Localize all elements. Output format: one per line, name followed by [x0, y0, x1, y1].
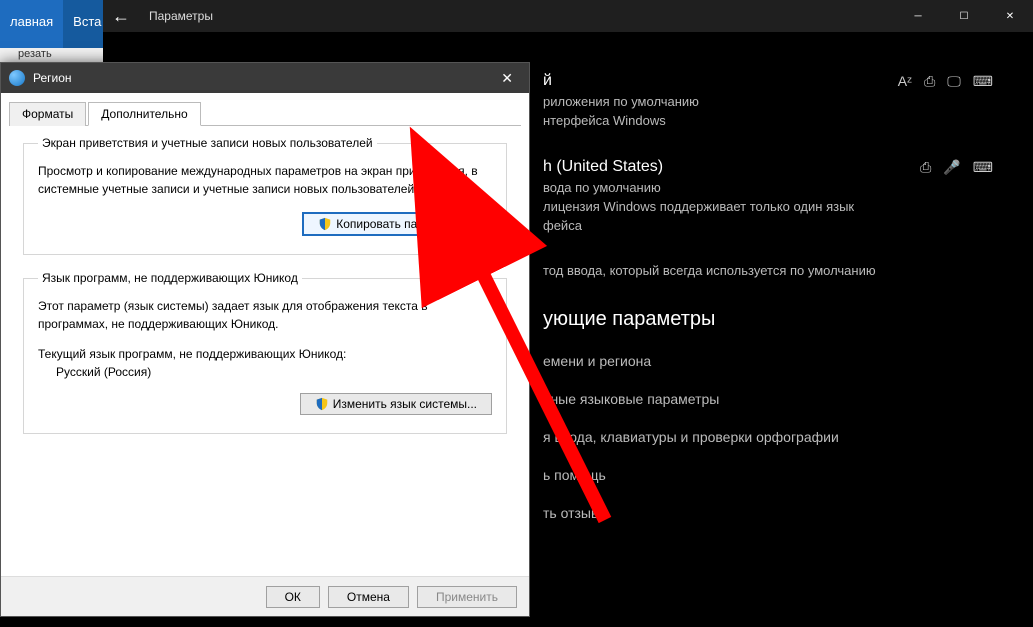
- tab-formats[interactable]: Форматы: [9, 102, 86, 126]
- language-subtitle: нтерфейса Windows: [543, 113, 993, 128]
- settings-title: Параметры: [149, 9, 895, 23]
- related-link-admin-lang[interactable]: вные языковые параметры: [543, 391, 993, 407]
- current-locale-label: Текущий язык программ, не поддерживающих…: [38, 347, 492, 361]
- close-icon[interactable]: ✕: [493, 66, 521, 91]
- language-name: й: [543, 72, 552, 90]
- keyboard-icon: ⌨: [973, 159, 993, 176]
- region-title: Регион: [33, 71, 493, 85]
- related-link-typing[interactable]: я ввода, клавиатуры и проверки орфографи…: [543, 429, 993, 445]
- display-icon: ⎙: [924, 73, 935, 90]
- related-link-datetime[interactable]: емени и региона: [543, 353, 993, 369]
- speech-icon: 🖵: [947, 73, 961, 90]
- ok-button[interactable]: ОК: [266, 586, 320, 608]
- language-item-en[interactable]: h (United States) ⎙🎤⌨ вода по умолчанию …: [543, 158, 993, 233]
- language-item-ru[interactable]: й Aᶻ ⎙ 🖵 ⌨ риложения по умолчанию нтерфейса…: [543, 72, 993, 128]
- maximize-button[interactable]: ☐: [941, 0, 987, 32]
- button-label: Изменить язык системы...: [333, 397, 477, 411]
- change-system-locale-button[interactable]: Изменить язык системы...: [300, 393, 492, 415]
- group-non-unicode: Язык программ, не поддерживающих Юникод …: [23, 271, 507, 434]
- dialog-button-row: ОК Отмена Применить: [1, 576, 529, 616]
- ribbon: лавная Вста: [0, 0, 103, 48]
- related-link-help[interactable]: ь помощь: [543, 467, 993, 483]
- related-heading: ующие параметры: [543, 308, 993, 331]
- tab-strip: Форматы Дополнительно: [1, 93, 529, 126]
- tab-advanced[interactable]: Дополнительно: [88, 102, 200, 126]
- uac-shield-icon: [318, 217, 332, 231]
- language-subtitle: лицензия Windows поддерживает только оди…: [543, 199, 993, 214]
- globe-icon: [9, 70, 25, 86]
- group-description: Просмотр и копирование международных пар…: [38, 162, 492, 198]
- language-feature-icons: ⎙ 🎤 ⌨: [920, 159, 993, 176]
- group-title: Экран приветствия и учетные записи новых…: [38, 136, 377, 150]
- settings-titlebar: ← Параметры ─ ☐ ✕: [103, 0, 1033, 32]
- current-locale-value: Русский (Россия): [56, 365, 492, 379]
- text-to-speech-icon: Aᶻ: [898, 73, 912, 90]
- minimize-button[interactable]: ─: [895, 0, 941, 32]
- group-welcome-screen: Экран приветствия и учетные записи новых…: [23, 136, 507, 255]
- handwriting-icon: ⌨: [973, 73, 993, 90]
- region-titlebar: Регион ✕: [1, 63, 529, 93]
- speech-icon: 🎤: [943, 159, 960, 176]
- close-button[interactable]: ✕: [987, 0, 1033, 32]
- group-title: Язык программ, не поддерживающих Юникод: [38, 271, 302, 285]
- default-input-note: тод ввода, который всегда используется п…: [543, 263, 993, 278]
- button-label: Копировать параметры...: [336, 217, 476, 231]
- cancel-button[interactable]: Отмена: [328, 586, 409, 608]
- language-name: h (United States): [543, 158, 663, 176]
- tab-panel-advanced: Экран приветствия и учетные записи новых…: [9, 125, 521, 464]
- ribbon-tab-home[interactable]: лавная: [0, 0, 63, 48]
- display-icon: ⎙: [920, 159, 931, 176]
- uac-shield-icon: [315, 397, 329, 411]
- language-subtitle: вода по умолчанию: [543, 180, 993, 195]
- related-link-feedback[interactable]: ть отзыв: [543, 505, 993, 521]
- copy-settings-button[interactable]: Копировать параметры...: [302, 212, 492, 236]
- group-description: Этот параметр (язык системы) задает язык…: [38, 297, 492, 333]
- back-button[interactable]: ←: [103, 0, 139, 32]
- language-feature-icons: Aᶻ ⎙ 🖵 ⌨: [898, 73, 993, 90]
- language-subtitle: фейса: [543, 218, 993, 233]
- language-subtitle: риложения по умолчанию: [543, 94, 993, 109]
- region-dialog: Регион ✕ Форматы Дополнительно Экран при…: [0, 62, 530, 617]
- apply-button[interactable]: Применить: [417, 586, 517, 608]
